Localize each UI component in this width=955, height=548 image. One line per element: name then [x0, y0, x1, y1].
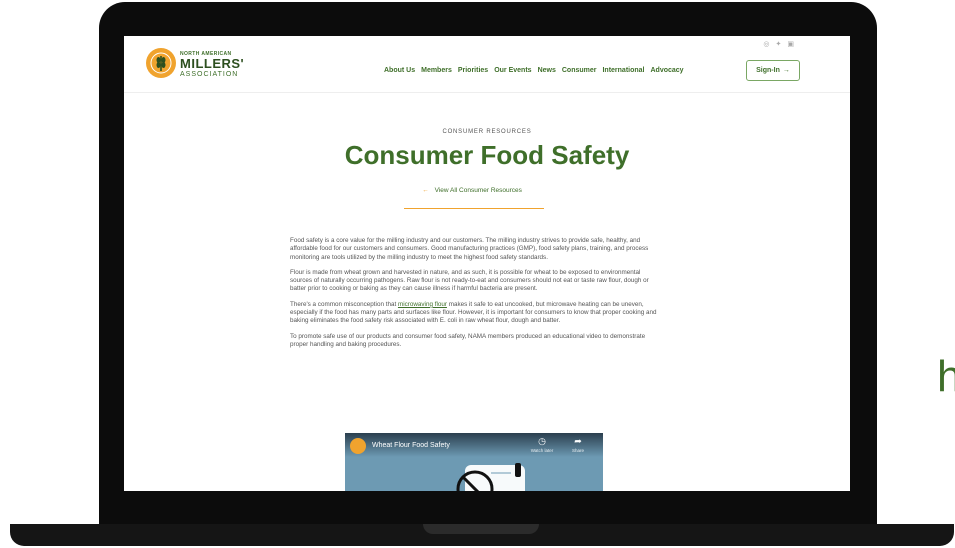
article-body: Food safety is a core value for the mill… [290, 237, 660, 356]
social-links: ◎ ✦ ▣ [763, 41, 794, 48]
twitter-icon[interactable]: ✦ [776, 41, 782, 48]
page-title: Consumer Food Safety [344, 140, 630, 170]
nav-item-news[interactable]: News [538, 67, 556, 74]
sign-in-button[interactable]: Sign-In → [746, 60, 800, 81]
nav-item-advocacy[interactable]: Advocacy [651, 67, 684, 74]
watch-later-button[interactable]: ◷ Watch later [527, 436, 557, 454]
nav-item-about-us[interactable]: About Us [384, 67, 415, 74]
watch-later-label: Watch later [530, 448, 554, 453]
share-button[interactable]: ➦ Share [563, 436, 593, 454]
title-divider [404, 208, 544, 209]
cropped-text-fragment: h [937, 352, 955, 401]
logo-text-sub: ASSOCIATION [180, 71, 239, 78]
share-label: Share [571, 448, 584, 453]
paragraph: To promote safe use of our products and … [290, 332, 646, 348]
instagram-icon[interactable]: ◎ [763, 41, 769, 48]
site-header: NORTH AMERICAN MILLERS' ASSOCIATION ◎ ✦ … [124, 36, 850, 93]
laptop-notch [423, 524, 539, 534]
nav-item-consumer[interactable]: Consumer [562, 67, 597, 74]
nav-item-our-events[interactable]: Our Events [494, 67, 531, 74]
paragraph: There's a common misconception that micr… [290, 301, 660, 326]
browser-viewport: NORTH AMERICAN MILLERS' ASSOCIATION ◎ ✦ … [124, 36, 850, 491]
paragraph: Flour is made from wheat grown and harve… [290, 268, 649, 293]
nav-item-international[interactable]: International [602, 67, 644, 74]
linkedin-icon[interactable]: ▣ [787, 41, 794, 48]
clock-icon: ◷ [538, 436, 546, 446]
no-raw-flour-illustration [456, 463, 525, 491]
nav-item-priorities[interactable]: Priorities [458, 67, 488, 74]
video-player[interactable]: Wheat Flour Food Safety ◷ Watch later ➦ … [345, 433, 603, 491]
paragraph: Food safety is a core value for the mill… [290, 237, 649, 261]
arrow-right-icon: → [782, 67, 790, 74]
back-link[interactable]: ← View All Consumer Resources [124, 187, 820, 194]
nav-item-members[interactable]: Members [421, 67, 452, 74]
arrow-left-icon: ← [422, 187, 429, 194]
site-logo[interactable]: NORTH AMERICAN MILLERS' ASSOCIATION [146, 48, 276, 86]
wheat-logo-icon [146, 48, 176, 78]
sign-in-label: Sign-In [756, 67, 780, 74]
back-link-label: View All Consumer Resources [434, 187, 522, 194]
page-eyebrow: CONSUMER RESOURCES [442, 129, 532, 135]
video-title[interactable]: Wheat Flour Food Safety [372, 442, 450, 449]
channel-logo-icon[interactable] [350, 438, 366, 454]
paragraph-text: There's a common misconception that [290, 300, 398, 308]
microwaving-flour-link[interactable]: microwaving flour [398, 301, 447, 308]
logo-text-main: MILLERS' [180, 56, 245, 71]
main-nav: About Us Members Priorities Our Events N… [384, 67, 684, 74]
share-arrow-icon: ➦ [574, 436, 582, 446]
